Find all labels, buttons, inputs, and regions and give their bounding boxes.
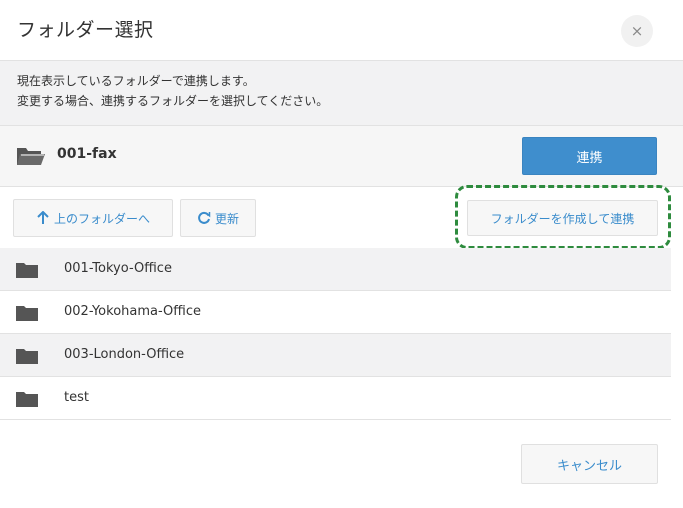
folder-list: 001-Tokyo-Office 002-Yokohama-Office 003… <box>0 248 671 420</box>
current-folder-name: 001-fax <box>57 146 117 162</box>
folder-row[interactable]: 003-London-Office <box>0 334 671 377</box>
folder-icon <box>16 262 38 282</box>
refresh-icon <box>197 211 211 225</box>
folder-name: 001-Tokyo-Office <box>64 261 172 276</box>
close-button[interactable]: × <box>621 15 653 47</box>
folder-icon <box>16 305 38 325</box>
folder-icon <box>16 391 38 411</box>
folder-icon <box>16 348 38 368</box>
folder-name: test <box>64 390 89 405</box>
folder-row[interactable]: 002-Yokohama-Office <box>0 291 671 334</box>
folder-row[interactable]: 001-Tokyo-Office <box>0 248 671 291</box>
create-folder-and-link-button[interactable]: フォルダーを作成して連携 <box>467 200 658 236</box>
close-icon: × <box>630 22 644 40</box>
folder-open-icon <box>16 145 46 171</box>
parent-folder-button[interactable]: 上のフォルダーへ <box>13 199 173 237</box>
parent-folder-label: 上のフォルダーへ <box>53 211 150 226</box>
info-message: 現在表示しているフォルダーで連携します。 変更する場合、連携するフォルダーを選択… <box>0 60 683 126</box>
refresh-button[interactable]: 更新 <box>180 199 256 237</box>
refresh-label: 更新 <box>214 211 239 226</box>
folder-row[interactable]: test <box>0 377 671 420</box>
folder-name: 003-London-Office <box>64 347 185 362</box>
dialog-title: フォルダー選択 <box>17 19 154 41</box>
cancel-button[interactable]: キャンセル <box>521 444 658 484</box>
arrow-up-icon <box>36 211 50 225</box>
folder-name: 002-Yokohama-Office <box>64 304 201 319</box>
info-line-1: 現在表示しているフォルダーで連携します。 <box>17 74 255 88</box>
info-line-2: 変更する場合、連携するフォルダーを選択してください。 <box>17 94 329 108</box>
link-button[interactable]: 連携 <box>522 137 657 175</box>
